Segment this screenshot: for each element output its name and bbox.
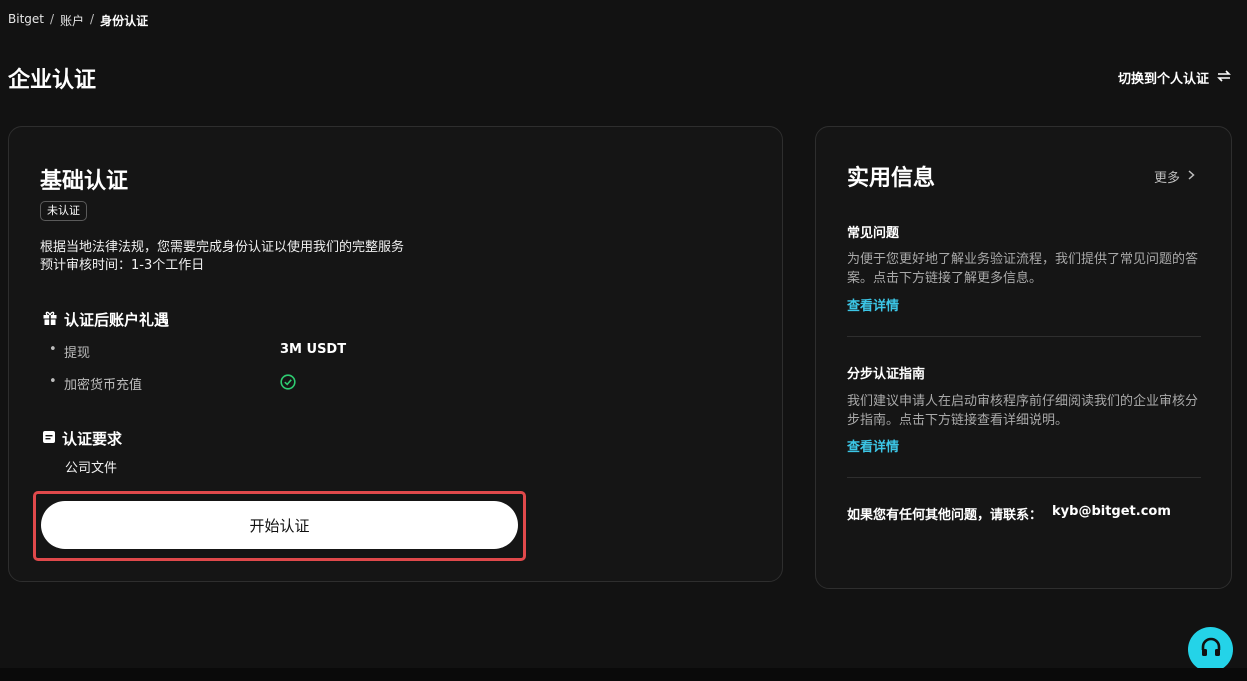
more-label: 更多 (1153, 171, 1180, 186)
basic-verification-card: 基础认证 未认证 根据当地法律法规，您需要完成身份认证以使用我们的完整服务 预计… (8, 126, 783, 582)
review-time-line: 预计审核时间：1-3个工作日 (40, 258, 205, 273)
headset-icon (1199, 636, 1223, 664)
swap-icon (1217, 69, 1231, 86)
divider (847, 477, 1201, 478)
breadcrumb-item-home[interactable]: Bitget (8, 12, 44, 29)
faq-details-link[interactable]: 查看详情 (847, 295, 899, 314)
breadcrumb-separator: / (90, 12, 95, 26)
breadcrumb: Bitget / 账户 / 身份认证 (8, 12, 148, 29)
switch-link-label: 切换到个人认证 (1117, 72, 1209, 87)
guide-details-link[interactable]: 查看详情 (847, 436, 899, 455)
contact-label: 如果您有任何其他问题，请联系： (847, 508, 1043, 523)
faq-text: 为便于您更好地了解业务验证流程，我们提供了常见问题的答案。点击下方链接了解更多信… (847, 252, 1199, 286)
faq-title: 常见问题 (847, 226, 900, 241)
benefit-row-deposit: • 加密货币充值 (49, 374, 449, 394)
page: Bitget / 账户 / 身份认证 企业认证 切换到个人认证 基础认证 未认证… (0, 0, 1247, 681)
verification-description: 根据当地法律法规，您需要完成身份认证以使用我们的完整服务 预计审核时间：1-3个… (40, 239, 404, 275)
footer-bar (0, 668, 1247, 681)
basic-verification-title: 基础认证 (40, 169, 129, 194)
benefits-title: 认证后账户礼遇 (64, 311, 170, 329)
support-chat-button[interactable] (1188, 627, 1233, 672)
contact-email[interactable]: kyb@bitget.com (1052, 504, 1171, 523)
bullet: • (49, 342, 57, 357)
useful-info-card: 实用信息 更多 常见问题 为便于您更好地了解业务验证流程，我们提供了常见问题的答… (815, 126, 1232, 589)
benefits-heading: 认证后账户礼遇 (42, 309, 169, 330)
benefit-label: 提现 (64, 346, 91, 361)
benefit-row-withdraw: • 提现 3M USDT (49, 342, 449, 362)
requirements-title: 认证要求 (62, 430, 123, 448)
useful-info-title: 实用信息 (847, 166, 936, 191)
breadcrumb-separator: / (49, 12, 55, 26)
page-title: 企业认证 (8, 68, 97, 93)
breadcrumb-item-account[interactable]: 账户 (60, 12, 84, 29)
start-verification-button[interactable]: 开始认证 (41, 501, 518, 549)
description-line: 根据当地法律法规，您需要完成身份认证以使用我们的完整服务 (40, 240, 405, 255)
guide-text: 我们建议申请人在启动审核程序前仔细阅读我们的企业审核分步指南。点击下方链接查看详… (847, 394, 1199, 428)
bullet: • (49, 374, 57, 389)
document-icon (42, 430, 56, 448)
more-link[interactable]: 更多 (1154, 167, 1195, 186)
requirement-item: 公司文件 (65, 461, 118, 476)
benefit-value: 3M USDT (280, 342, 347, 357)
requirements-heading: 认证要求 (42, 428, 122, 449)
chevron-right-icon (1188, 169, 1195, 184)
check-circle-icon (280, 374, 296, 394)
divider (847, 336, 1201, 337)
benefit-label: 加密货币充值 (64, 378, 143, 393)
contact-line: 如果您有任何其他问题，请联系： kyb@bitget.com (847, 504, 1171, 523)
switch-to-personal-link[interactable]: 切换到个人认证 (1118, 68, 1231, 87)
breadcrumb-item-current: 身份认证 (100, 14, 149, 28)
status-badge: 未认证 (40, 201, 87, 221)
guide-title: 分步认证指南 (847, 367, 926, 382)
gift-icon (42, 310, 58, 330)
